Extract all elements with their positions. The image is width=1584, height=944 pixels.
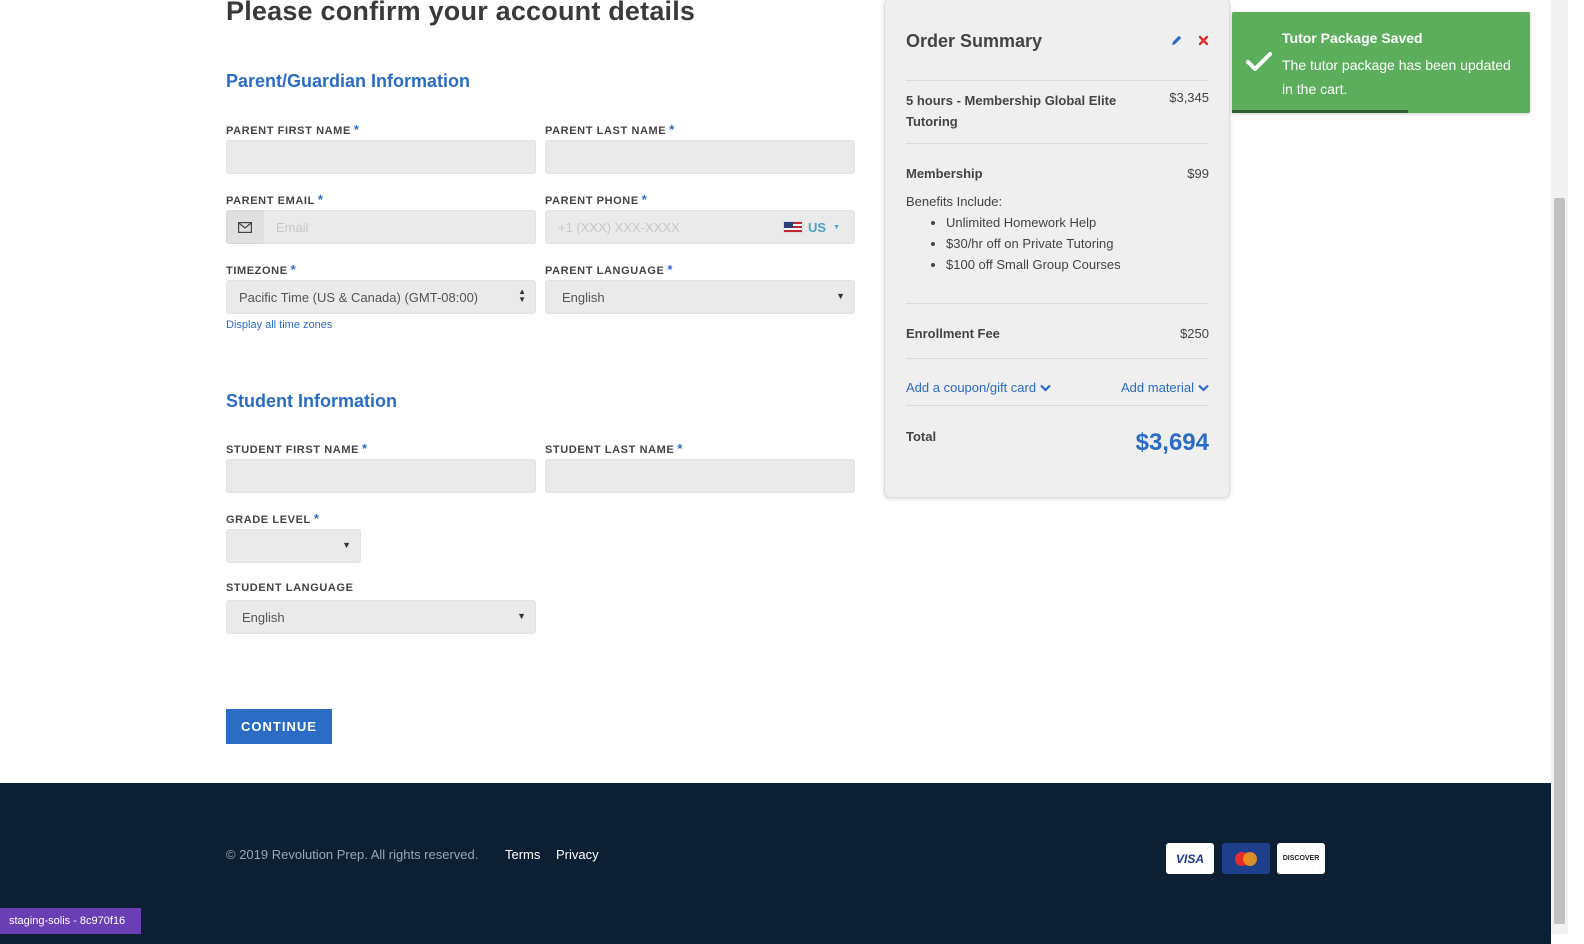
toast-message: The tutor package has been updated in th… xyxy=(1282,57,1511,97)
discover-card-label: DISCOVER xyxy=(1282,855,1320,862)
privacy-link[interactable]: Privacy xyxy=(556,847,599,862)
chevron-down-icon xyxy=(1040,384,1051,392)
add-coupon-label: Add a coupon/gift card xyxy=(906,380,1037,395)
summary-divider xyxy=(906,143,1209,144)
sort-icon: ▲ ▼ xyxy=(518,287,526,304)
summary-divider xyxy=(906,303,1209,304)
parent-language-value: English xyxy=(562,289,605,305)
page-title: Please confirm your account details xyxy=(226,0,696,26)
chevron-down-icon: ▼ xyxy=(833,223,840,231)
page-scrollbar[interactable] xyxy=(1551,0,1568,934)
chevron-down-icon: ▼ xyxy=(836,291,845,301)
student-last-name-input[interactable] xyxy=(545,459,855,493)
order-summary-title: Order Summary xyxy=(906,31,1043,51)
grade-level-select[interactable]: ▼ xyxy=(226,529,361,563)
envelope-icon xyxy=(226,210,264,244)
chevron-down-icon: ▼ xyxy=(517,611,526,621)
parent-email-label: PARENT EMAIL * xyxy=(226,192,324,207)
toast-title: Tutor Package Saved xyxy=(1282,30,1423,46)
package-price: $3,345 xyxy=(1169,90,1209,105)
copyright-text: © 2019 Revolution Prep. All rights reser… xyxy=(226,847,479,862)
staging-badge: staging-solis - 8c970f16 xyxy=(0,908,141,934)
add-material-label: Add material xyxy=(1121,380,1194,395)
remove-close-icon[interactable] xyxy=(1195,32,1211,48)
benefits-list: Unlimited Homework Help $30/hr off on Pr… xyxy=(946,212,1121,275)
add-coupon-link[interactable]: Add a coupon/gift card xyxy=(906,380,1051,395)
chevron-down-icon: ▼ xyxy=(342,540,351,550)
timezone-value: Pacific Time (US & Canada) (GMT-08:00) xyxy=(239,289,479,305)
parent-first-name-label: PARENT FIRST NAME * xyxy=(226,122,360,137)
student-language-select[interactable]: English ▼ xyxy=(226,600,536,634)
enrollment-fee-price: $250 xyxy=(1180,326,1209,341)
parent-email-input[interactable] xyxy=(263,210,536,244)
phone-country-select[interactable]: US ▼ xyxy=(770,210,855,244)
parent-language-select[interactable]: English ▼ xyxy=(545,280,855,314)
parent-last-name-label: PARENT LAST NAME * xyxy=(545,122,675,137)
membership-price: $99 xyxy=(1187,166,1209,181)
parent-last-name-input[interactable] xyxy=(545,140,855,174)
summary-divider xyxy=(906,80,1209,81)
summary-divider xyxy=(906,405,1209,406)
timezone-label: TIMEZONE * xyxy=(226,262,297,277)
student-first-name-input[interactable] xyxy=(226,459,536,493)
total-value: $3,694 xyxy=(1135,429,1209,456)
toast-progress-bar xyxy=(1232,110,1408,113)
discover-card-icon: DISCOVER xyxy=(1277,843,1325,874)
scrollbar-thumb[interactable] xyxy=(1554,198,1565,924)
parent-phone-input[interactable] xyxy=(545,210,771,244)
mastercard-icon xyxy=(1222,843,1270,874)
footer: © 2019 Revolution Prep. All rights reser… xyxy=(0,783,1551,944)
total-label: Total xyxy=(906,429,937,444)
timezone-select[interactable]: Pacific Time (US & Canada) (GMT-08:00) ▲… xyxy=(226,280,536,314)
benefit-item: Unlimited Homework Help xyxy=(946,212,1121,233)
us-flag-icon xyxy=(783,221,803,233)
parent-first-name-input[interactable] xyxy=(226,140,536,174)
visa-card-label: VISA xyxy=(1175,851,1204,866)
benefit-item: $30/hr off on Private Tutoring xyxy=(946,233,1121,254)
edit-pencil-icon[interactable] xyxy=(1168,32,1184,48)
benefits-heading: Benefits Include: xyxy=(906,194,1003,209)
student-language-label: STUDENT LANGUAGE xyxy=(226,582,354,594)
phone-country-code: US xyxy=(808,219,827,235)
add-material-link[interactable]: Add material xyxy=(1121,380,1209,395)
chevron-down-icon xyxy=(1198,384,1209,392)
benefit-item: $100 off Small Group Courses xyxy=(946,254,1121,275)
display-all-timezones-link[interactable]: Display all time zones xyxy=(226,319,332,331)
student-last-name-label: STUDENT LAST NAME * xyxy=(545,441,684,456)
student-section-title: Student Information xyxy=(226,391,397,411)
continue-button[interactable]: CONTINUE xyxy=(226,709,332,744)
toast-notification[interactable]: Tutor Package Saved The tutor package ha… xyxy=(1232,12,1530,113)
student-language-value: English xyxy=(242,609,285,625)
enrollment-fee-name: Enrollment Fee xyxy=(906,326,1000,341)
package-name: 5 hours - Membership Global Elite Tutori… xyxy=(906,93,1117,129)
summary-divider xyxy=(906,358,1209,359)
grade-level-label: GRADE LEVEL * xyxy=(226,511,320,526)
parent-section-title: Parent/Guardian Information xyxy=(226,71,471,91)
parent-language-label: PARENT LANGUAGE * xyxy=(545,262,674,277)
membership-name: Membership xyxy=(906,166,983,181)
visa-card-icon: VISA xyxy=(1166,843,1214,874)
parent-phone-label: PARENT PHONE * xyxy=(545,192,648,207)
checkmark-icon xyxy=(1246,52,1272,71)
terms-link[interactable]: Terms xyxy=(505,847,540,862)
order-summary-panel: Order Summary 5 hours - Membership Globa… xyxy=(884,0,1230,498)
student-first-name-label: STUDENT FIRST NAME * xyxy=(226,441,368,456)
